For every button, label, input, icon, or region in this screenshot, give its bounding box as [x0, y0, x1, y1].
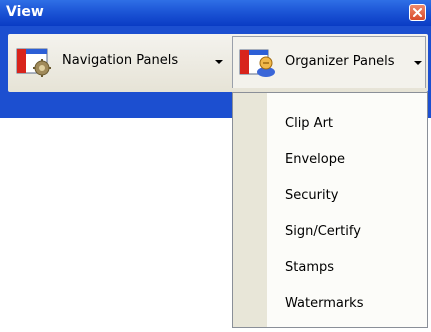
panel-area	[0, 118, 232, 332]
organizer-panels-menu: Clip Art Envelope Security Sign/Certify …	[232, 92, 428, 328]
menu-icon-gutter	[233, 93, 267, 327]
organizer-panels-icon	[239, 49, 275, 77]
menu-item-clip-art[interactable]: Clip Art	[267, 107, 427, 141]
menu-item-label: Sign/Certify	[285, 224, 361, 239]
menu-item-label: Watermarks	[285, 296, 364, 311]
dropdown-arrow-icon	[414, 61, 422, 65]
menu-item-label: Envelope	[285, 152, 345, 167]
navigation-panels-button[interactable]: Navigation Panels	[10, 36, 230, 88]
dropdown-arrow-icon	[215, 60, 223, 64]
toolbar-strip: Navigation Panels Organizer Panels	[8, 34, 428, 92]
organizer-panels-button[interactable]: Organizer Panels	[232, 36, 426, 88]
menu-item-label: Stamps	[285, 260, 335, 275]
close-icon	[413, 8, 422, 17]
title-bar: View	[0, 0, 431, 26]
organizer-panels-label: Organizer Panels	[285, 54, 395, 69]
menu-item-sign-certify[interactable]: Sign/Certify	[267, 215, 427, 249]
menu-item-watermarks[interactable]: Watermarks	[267, 287, 427, 321]
navigation-panels-icon	[16, 48, 51, 77]
menu-item-label: Security	[285, 188, 339, 203]
window-title: View	[6, 4, 44, 20]
menu-item-stamps[interactable]: Stamps	[267, 251, 427, 285]
view-window: View Navigation Panels Organizer Panels …	[0, 0, 431, 332]
menu-item-security[interactable]: Security	[267, 179, 427, 213]
navigation-panels-label: Navigation Panels	[62, 53, 179, 68]
menu-item-envelope[interactable]: Envelope	[267, 143, 427, 177]
menu-item-label: Clip Art	[285, 116, 334, 131]
close-button[interactable]	[409, 4, 426, 21]
